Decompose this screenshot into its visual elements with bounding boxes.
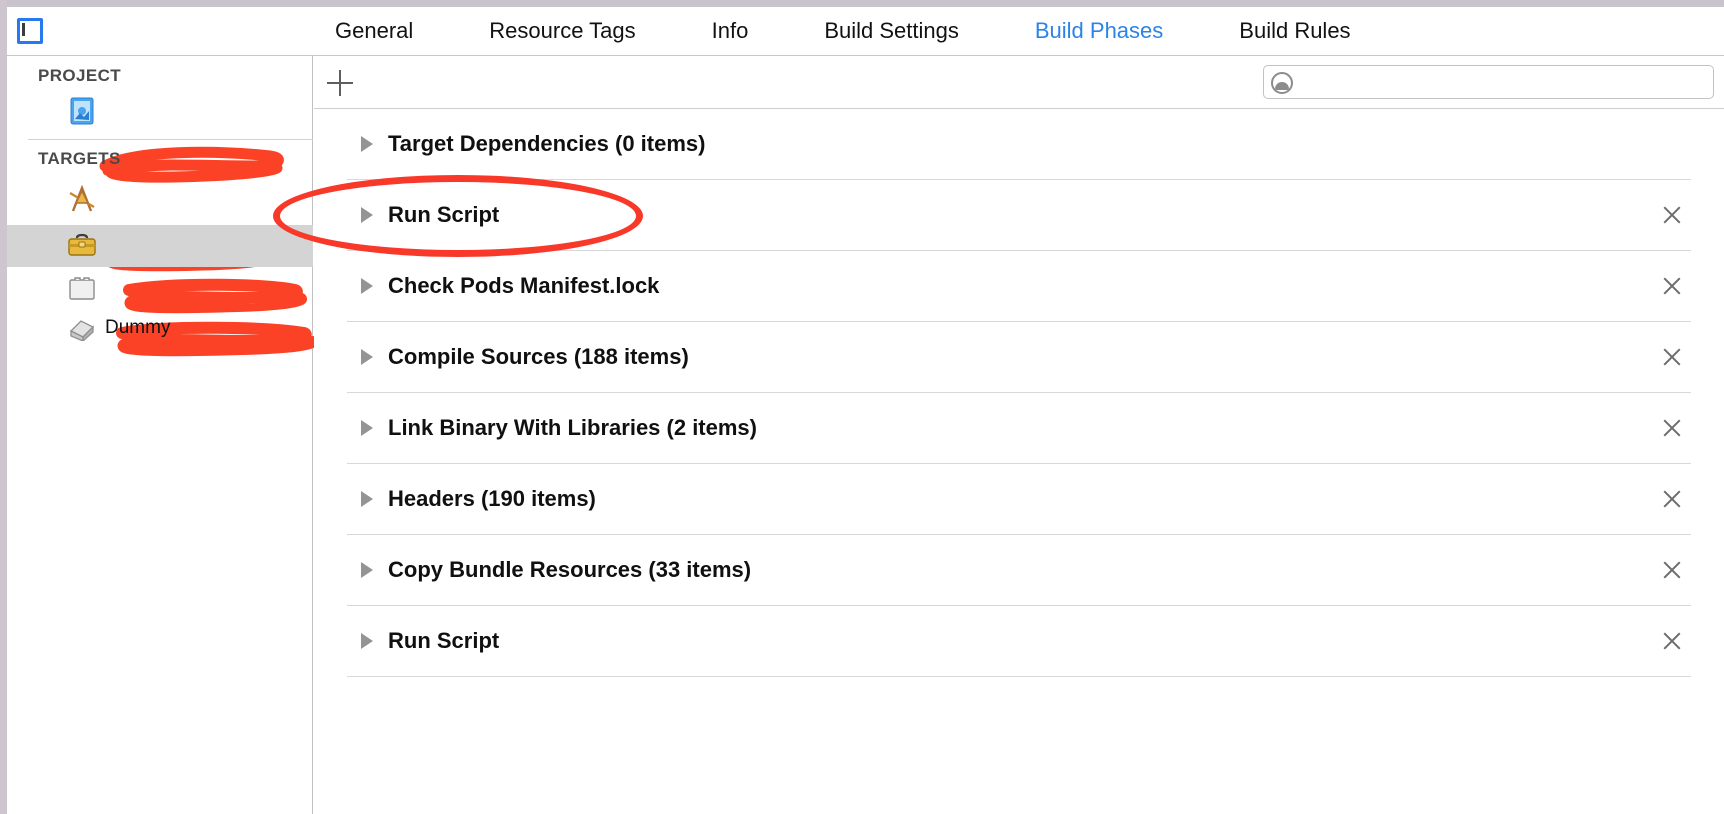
sidebar-item-target-3[interactable] [7, 269, 313, 307]
window-left-chrome [0, 0, 7, 814]
sidebar-item-target-dummy[interactable]: Dummy [7, 309, 313, 347]
search-input[interactable] [1302, 66, 1707, 98]
search-filter-icon [1271, 72, 1293, 94]
remove-build-phase-button[interactable] [1659, 202, 1685, 228]
build-phase-row-headers[interactable]: Headers (190 items) [347, 464, 1691, 535]
tab-build-phases[interactable]: Build Phases [997, 7, 1201, 55]
sidebar-item-target-1[interactable] [7, 180, 313, 218]
build-phase-title: Compile Sources (188 items) [388, 344, 689, 369]
remove-build-phase-button[interactable] [1659, 486, 1685, 512]
window-top-chrome [0, 0, 1724, 7]
disclosure-triangle-icon[interactable] [361, 633, 373, 649]
editor-tab-bar: General Resource Tags Info Build Setting… [7, 7, 1724, 56]
disclosure-triangle-icon[interactable] [361, 349, 373, 365]
sidebar-item-project[interactable] [7, 92, 313, 130]
tab-build-rules[interactable]: Build Rules [1201, 7, 1388, 55]
tab-info[interactable]: Info [674, 7, 787, 55]
tab-list: General Resource Tags Info Build Setting… [297, 7, 1389, 55]
build-phase-row-check-pods-manifest[interactable]: Check Pods Manifest.lock [347, 251, 1691, 322]
build-phase-row-target-dependencies[interactable]: Target Dependencies (0 items) [347, 109, 1691, 180]
toolbox-target-icon [65, 233, 99, 259]
disclosure-triangle-icon[interactable] [361, 562, 373, 578]
build-phase-title: Link Binary With Libraries (2 items) [388, 415, 757, 440]
sidebar-divider [28, 139, 313, 140]
editor-panel-icon-frame [17, 18, 43, 44]
build-phase-title: Copy Bundle Resources (33 items) [388, 557, 752, 582]
app-target-icon [65, 185, 99, 213]
tab-general[interactable]: General [297, 7, 451, 55]
disclosure-triangle-icon[interactable] [361, 136, 373, 152]
build-phase-title: Check Pods Manifest.lock [388, 273, 660, 298]
build-phase-title: Target Dependencies (0 items) [388, 131, 706, 156]
build-phase-list: Target Dependencies (0 items) Run Script… [314, 109, 1724, 677]
build-phase-title: Headers (190 items) [388, 486, 596, 511]
xcode-target-editor: General Resource Tags Info Build Setting… [0, 0, 1724, 814]
build-phase-row-run-script-1[interactable]: Run Script [347, 180, 1691, 251]
build-phase-row-link-binary-with-libraries[interactable]: Link Binary With Libraries (2 items) [347, 393, 1691, 464]
remove-build-phase-button[interactable] [1659, 273, 1685, 299]
build-phase-row-copy-bundle-resources[interactable]: Copy Bundle Resources (33 items) [347, 535, 1691, 606]
remove-build-phase-button[interactable] [1659, 628, 1685, 654]
disclosure-triangle-icon[interactable] [361, 207, 373, 223]
build-phases-pane: Target Dependencies (0 items) Run Script… [314, 56, 1724, 814]
build-phases-toolbar [314, 56, 1724, 109]
aggregate-target-icon [65, 315, 99, 341]
xcode-project-icon [65, 97, 99, 125]
bundle-target-icon [65, 274, 99, 302]
tab-resource-tags[interactable]: Resource Tags [451, 7, 673, 55]
build-phase-title: Run Script [388, 628, 500, 653]
remove-build-phase-button[interactable] [1659, 344, 1685, 370]
build-phase-search-field[interactable] [1263, 65, 1714, 99]
editor-panel-icon[interactable] [17, 18, 43, 44]
editor-panel-icon-bar [22, 23, 25, 36]
disclosure-triangle-icon[interactable] [361, 278, 373, 294]
project-targets-sidebar: PROJECT TARGETS Dummy [7, 56, 318, 814]
sidebar-item-target-dummy-label: Dummy [105, 317, 171, 338]
remove-build-phase-button[interactable] [1659, 415, 1685, 441]
tab-build-settings[interactable]: Build Settings [786, 7, 997, 55]
build-phase-title: Run Script [388, 202, 500, 227]
targets-section-header: TARGETS [38, 149, 121, 168]
add-build-phase-button[interactable] [324, 67, 356, 99]
remove-build-phase-button[interactable] [1659, 557, 1685, 583]
project-section-header: PROJECT [38, 66, 122, 85]
build-phase-row-run-script-2[interactable]: Run Script [347, 606, 1691, 677]
disclosure-triangle-icon[interactable] [361, 420, 373, 436]
disclosure-triangle-icon[interactable] [361, 491, 373, 507]
build-phase-row-compile-sources[interactable]: Compile Sources (188 items) [347, 322, 1691, 393]
sidebar-item-target-2[interactable] [7, 225, 313, 267]
